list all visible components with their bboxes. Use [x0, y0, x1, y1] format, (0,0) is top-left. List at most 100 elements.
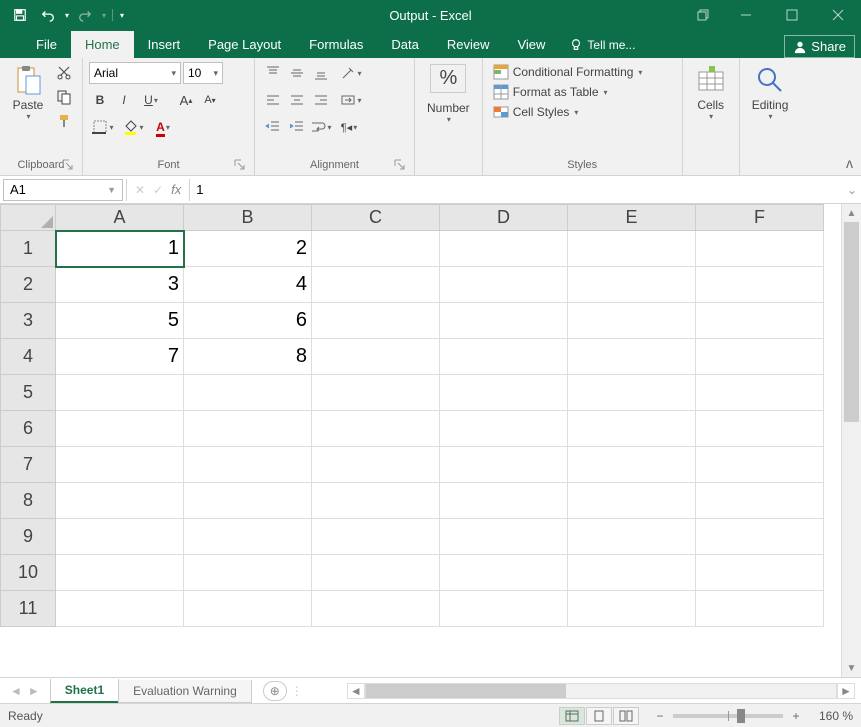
- cell-C1[interactable]: [312, 231, 440, 267]
- italic-button[interactable]: I: [113, 89, 135, 111]
- cell-B3[interactable]: 6: [184, 303, 312, 339]
- decrease-indent-button[interactable]: [261, 116, 285, 138]
- cell-E7[interactable]: [568, 447, 696, 483]
- row-header-10[interactable]: 10: [1, 555, 56, 591]
- cell-A11[interactable]: [56, 591, 184, 627]
- cell-E3[interactable]: [568, 303, 696, 339]
- conditional-formatting-button[interactable]: Conditional Formatting▾: [493, 64, 643, 80]
- font-name-combo[interactable]: Arial▾: [89, 62, 181, 84]
- cell-D11[interactable]: [440, 591, 568, 627]
- cell-A1[interactable]: 1: [56, 231, 184, 267]
- ribbon-display-icon[interactable]: [683, 0, 723, 30]
- align-middle-button[interactable]: [285, 62, 309, 84]
- align-left-button[interactable]: [261, 89, 285, 111]
- grow-font-button[interactable]: A▴: [175, 89, 197, 111]
- underline-button[interactable]: U▾: [137, 89, 165, 111]
- share-button[interactable]: Share: [784, 35, 855, 58]
- cell-C5[interactable]: [312, 375, 440, 411]
- cell-D9[interactable]: [440, 519, 568, 555]
- row-header-3[interactable]: 3: [1, 303, 56, 339]
- col-header-B[interactable]: B: [184, 205, 312, 231]
- zoom-slider[interactable]: [673, 714, 783, 718]
- tab-page-layout[interactable]: Page Layout: [194, 31, 295, 58]
- cell-A10[interactable]: [56, 555, 184, 591]
- cell-F1[interactable]: [696, 231, 824, 267]
- paste-button[interactable]: Paste ▾: [6, 62, 50, 123]
- cell-B11[interactable]: [184, 591, 312, 627]
- tab-insert[interactable]: Insert: [134, 31, 195, 58]
- rtl-button[interactable]: ¶◂▾: [337, 116, 361, 138]
- row-header-2[interactable]: 2: [1, 267, 56, 303]
- hscroll-thumb[interactable]: [366, 684, 566, 698]
- cell-B9[interactable]: [184, 519, 312, 555]
- cell-D2[interactable]: [440, 267, 568, 303]
- add-sheet-button[interactable]: ⊕: [263, 681, 287, 701]
- cell-B1[interactable]: 2: [184, 231, 312, 267]
- row-header-1[interactable]: 1: [1, 231, 56, 267]
- cell-B10[interactable]: [184, 555, 312, 591]
- row-header-9[interactable]: 9: [1, 519, 56, 555]
- row-header-5[interactable]: 5: [1, 375, 56, 411]
- cell-A4[interactable]: 7: [56, 339, 184, 375]
- sheet-nav-prev-icon[interactable]: ◄: [10, 684, 22, 698]
- wrap-text-button[interactable]: ▾: [309, 116, 333, 138]
- tab-view[interactable]: View: [503, 31, 559, 58]
- vertical-scrollbar[interactable]: ▲ ▼: [841, 204, 861, 677]
- sheet-nav-next-icon[interactable]: ►: [28, 684, 40, 698]
- close-icon[interactable]: [815, 0, 861, 30]
- accept-formula-icon[interactable]: ✓: [153, 183, 163, 197]
- cell-F9[interactable]: [696, 519, 824, 555]
- dialog-launcher-icon[interactable]: [62, 159, 74, 171]
- align-bottom-button[interactable]: [309, 62, 333, 84]
- dialog-launcher-icon[interactable]: [234, 159, 246, 171]
- collapse-ribbon-icon[interactable]: ʌ: [846, 155, 853, 171]
- cell-C9[interactable]: [312, 519, 440, 555]
- cell-E8[interactable]: [568, 483, 696, 519]
- sheet-tab-active[interactable]: Sheet1: [50, 679, 119, 703]
- cell-F11[interactable]: [696, 591, 824, 627]
- minimize-icon[interactable]: [723, 0, 769, 30]
- scroll-up-icon[interactable]: ▲: [842, 204, 861, 222]
- shrink-font-button[interactable]: A▾: [199, 89, 221, 111]
- cell-B7[interactable]: [184, 447, 312, 483]
- cell-B6[interactable]: [184, 411, 312, 447]
- cell-E2[interactable]: [568, 267, 696, 303]
- number-format-button[interactable]: % Number ▾: [421, 62, 476, 126]
- tab-formulas[interactable]: Formulas: [295, 31, 377, 58]
- cell-F2[interactable]: [696, 267, 824, 303]
- cell-C3[interactable]: [312, 303, 440, 339]
- cell-D4[interactable]: [440, 339, 568, 375]
- horizontal-scrollbar[interactable]: ◄ ►: [347, 683, 855, 699]
- cell-B2[interactable]: 4: [184, 267, 312, 303]
- view-page-break-button[interactable]: [613, 707, 639, 725]
- cell-B5[interactable]: [184, 375, 312, 411]
- col-header-E[interactable]: E: [568, 205, 696, 231]
- cell-A6[interactable]: [56, 411, 184, 447]
- cell-D10[interactable]: [440, 555, 568, 591]
- fill-color-button[interactable]: ▾: [119, 116, 147, 138]
- row-header-8[interactable]: 8: [1, 483, 56, 519]
- align-right-button[interactable]: [309, 89, 333, 111]
- cell-E4[interactable]: [568, 339, 696, 375]
- orientation-button[interactable]: ▾: [339, 62, 363, 84]
- redo-icon[interactable]: [73, 3, 97, 27]
- copy-button[interactable]: [52, 86, 76, 108]
- cell-A3[interactable]: 5: [56, 303, 184, 339]
- cell-A7[interactable]: [56, 447, 184, 483]
- borders-button[interactable]: ▾: [89, 116, 117, 138]
- sheet-tab-other[interactable]: Evaluation Warning: [118, 680, 252, 703]
- dialog-launcher-icon[interactable]: [394, 159, 406, 171]
- zoom-out-button[interactable]: −: [653, 709, 667, 723]
- cell-A8[interactable]: [56, 483, 184, 519]
- format-as-table-button[interactable]: Format as Table▾: [493, 84, 643, 100]
- row-header-11[interactable]: 11: [1, 591, 56, 627]
- cell-A5[interactable]: [56, 375, 184, 411]
- cell-F10[interactable]: [696, 555, 824, 591]
- cell-E1[interactable]: [568, 231, 696, 267]
- cell-styles-button[interactable]: Cell Styles▾: [493, 104, 643, 120]
- cell-D5[interactable]: [440, 375, 568, 411]
- increase-indent-button[interactable]: [285, 116, 309, 138]
- cell-D6[interactable]: [440, 411, 568, 447]
- tell-me-search[interactable]: Tell me...: [559, 32, 645, 58]
- expand-formula-icon[interactable]: ⌄: [843, 183, 861, 197]
